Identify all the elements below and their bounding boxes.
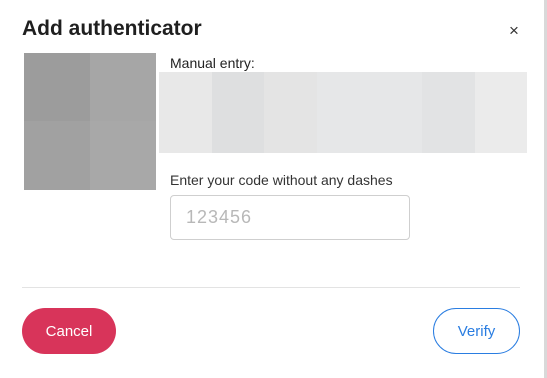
close-icon[interactable]: × [505,22,523,40]
secret-segment [317,72,422,153]
qr-block [90,121,156,190]
add-authenticator-dialog: Add authenticator × Manual entry: Enter … [0,0,547,378]
secret-segment [159,72,212,153]
qr-block [24,53,90,121]
secret-segment [264,72,317,153]
manual-entry-label: Manual entry: [170,55,255,71]
qr-block [90,53,156,121]
secret-segment [422,72,475,153]
verify-button[interactable]: Verify [433,308,520,354]
code-field-label: Enter your code without any dashes [170,172,393,188]
dialog-title: Add authenticator [22,17,202,40]
secret-segment [212,72,264,153]
divider [22,287,520,288]
manual-entry-secret [159,72,527,153]
qr-block [24,121,90,190]
secret-segment [475,72,527,153]
qr-code-image [24,53,156,190]
cancel-button[interactable]: Cancel [22,308,116,354]
code-input[interactable] [170,195,410,240]
